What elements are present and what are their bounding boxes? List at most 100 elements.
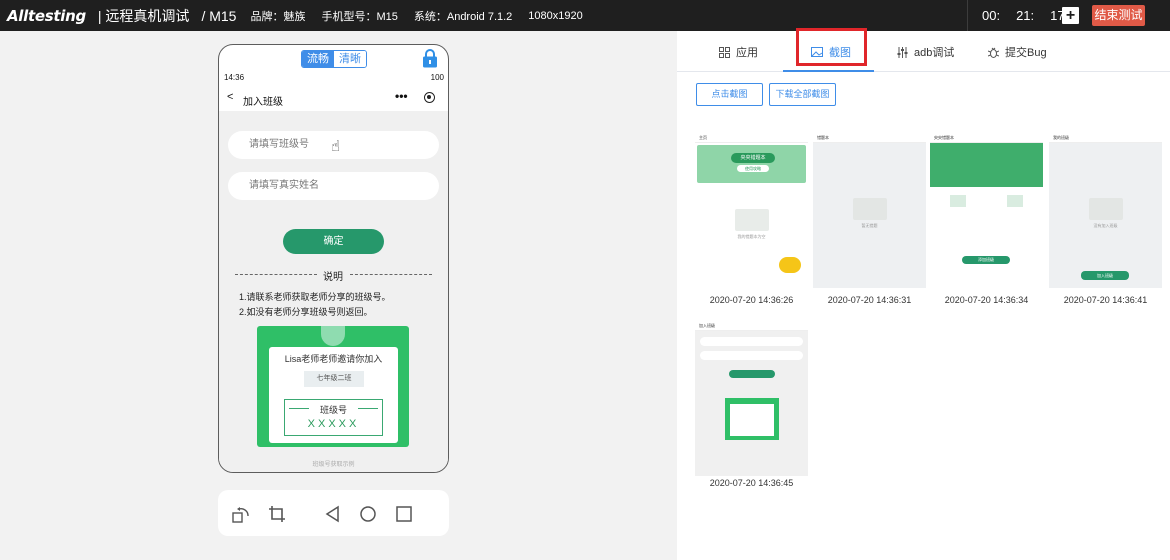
sliders-icon xyxy=(897,46,908,58)
thumb-title: 错题本 xyxy=(813,134,926,143)
thumb-mascot xyxy=(779,257,801,273)
mini-app-navbar: < 加入班级 ••• xyxy=(219,87,448,111)
thumb-empty-text: 我的错题本为空 xyxy=(737,234,766,239)
topbar-divider xyxy=(967,0,968,31)
thumb-empty-text: 没有加入班级 xyxy=(1093,223,1118,228)
screenshot-thumb-3[interactable]: 央央错题本 添加班级 xyxy=(930,124,1043,288)
tab-bug-label: 提交Bug xyxy=(1005,47,1047,59)
thumb-icons xyxy=(930,195,1043,207)
system-info: 系统：Android 7.1.2 xyxy=(413,10,513,23)
invite-grade: 七年级二班 xyxy=(304,371,364,387)
capture-screenshot-button[interactable]: 点击截图 xyxy=(696,83,763,106)
thumb-invite xyxy=(724,398,779,440)
thumb-empty-image xyxy=(852,198,887,220)
phone-status-bar: 14:36 100 xyxy=(224,73,444,82)
thumb-green-header xyxy=(930,143,1043,187)
screenshot-thumb-5[interactable]: 加入班级 xyxy=(695,312,808,476)
bug-icon xyxy=(988,47,999,58)
screenshot-thumb-2[interactable]: 错题本 暂无错题 xyxy=(813,124,926,288)
divider-left xyxy=(235,274,317,275)
description-item-2: 2.如没有老师分享班级号则返回。 xyxy=(239,307,373,317)
quality-toggle[interactable]: 流畅 清晰 xyxy=(301,50,367,68)
invite-example-image: Lisa老师老师邀请你加入 七年级二班 班级号 XXXXX xyxy=(257,326,409,447)
timer-hours: 00: xyxy=(982,8,1001,23)
tools-panel: 应用 截图 adb调试 提交Bug 点击截图 下载全部截图 主页 央央错题本 使… xyxy=(677,28,1170,560)
screenshot-time-1: 2020-07-20 14:36:26 xyxy=(709,295,794,305)
description-title: 说明 xyxy=(323,272,343,283)
thumb-confirm xyxy=(728,370,775,378)
mode-clear-option[interactable]: 清晰 xyxy=(334,51,366,67)
back-icon[interactable]: < xyxy=(227,91,233,103)
rotate-icon[interactable] xyxy=(232,505,250,523)
highlight-box xyxy=(796,28,867,66)
top-bar: Alltesting | 远程真机调试 / M15 品牌：魅族 手机型号：M15… xyxy=(0,0,1170,31)
thumb-button: 添加班级 xyxy=(962,256,1010,264)
device-controls xyxy=(218,490,449,536)
more-icon[interactable]: ••• xyxy=(395,89,408,103)
extend-time-button[interactable]: + xyxy=(1062,7,1079,24)
status-battery: 100 xyxy=(430,73,444,82)
hand-cursor-icon: ☝ xyxy=(331,138,341,155)
example-caption: 班级号获取示例 xyxy=(312,462,355,468)
active-tab-indicator xyxy=(783,70,874,72)
description-item-1: 1.请联系老师获取老师分享的班级号。 xyxy=(239,292,391,302)
end-test-button[interactable]: 结束测试 xyxy=(1092,5,1145,26)
tab-adb-label: adb调试 xyxy=(914,47,955,59)
grid-icon xyxy=(719,46,730,58)
timer-minutes: 21: xyxy=(1016,8,1035,23)
close-target-icon[interactable] xyxy=(424,92,435,103)
invite-code: XXXXX xyxy=(307,418,360,430)
invite-code-box: 班级号 XXXXX xyxy=(284,399,383,436)
tool-tabs: 应用 截图 adb调试 提交Bug xyxy=(677,31,1170,72)
lock-icon[interactable] xyxy=(422,48,438,68)
nav-back-icon[interactable] xyxy=(324,505,342,523)
thumb-empty-text: 暂无错题 xyxy=(861,223,878,228)
thumb-title: 主页 xyxy=(695,134,808,143)
tab-adb[interactable]: adb调试 xyxy=(897,44,954,60)
device-model-title: / M15 xyxy=(201,7,237,24)
page-title: | 远程真机调试 xyxy=(97,7,190,24)
nav-home-icon[interactable] xyxy=(359,505,377,523)
device-screen[interactable]: 流畅 清晰 14:36 100 < 加入班级 ••• 请填写班级号 ☝ 请填写真… xyxy=(218,44,449,473)
thumb-status xyxy=(695,312,808,322)
screenshot-time-5: 2020-07-20 14:36:45 xyxy=(709,478,794,488)
invite-card: Lisa老师老师邀请你加入 七年级二班 班级号 XXXXX xyxy=(269,347,398,443)
download-all-button[interactable]: 下载全部截图 xyxy=(769,83,836,106)
join-class-form: 请填写班级号 ☝ 请填写真实姓名 确定 说明 1.请联系老师获取老师分享的班级号… xyxy=(219,111,448,472)
invite-code-label: 班级号 xyxy=(319,405,347,415)
tab-apps[interactable]: 应用 xyxy=(719,44,758,60)
divider-right xyxy=(350,274,432,275)
thumb-input-1 xyxy=(700,337,803,346)
app-logo: Alltesting xyxy=(7,6,86,25)
thumb-status xyxy=(695,124,808,134)
real-name-input[interactable]: 请填写真实姓名 xyxy=(228,172,439,200)
session-timer: 00: 21: 17 xyxy=(982,8,1065,23)
tab-apps-label: 应用 xyxy=(736,47,758,59)
thumb-banner-title: 央央错题本 xyxy=(731,153,775,163)
status-time: 14:36 xyxy=(224,73,245,82)
thumb-empty-image xyxy=(1088,198,1123,220)
resolution-info: 1080x1920 xyxy=(528,9,583,22)
thumb-empty-image xyxy=(734,209,769,231)
tab-bug[interactable]: 提交Bug xyxy=(988,44,1047,60)
nav-title: 加入班级 xyxy=(243,97,283,108)
thumb-title: 加入班级 xyxy=(695,322,808,331)
screenshot-time-3: 2020-07-20 14:36:34 xyxy=(944,295,1029,305)
thumb-status xyxy=(1049,124,1162,134)
screenshot-time-4: 2020-07-20 14:36:41 xyxy=(1063,295,1148,305)
thumb-status xyxy=(930,124,1043,134)
screenshot-thumb-1[interactable]: 主页 央央错题本 使用攻略 我的错题本为空 xyxy=(695,124,808,288)
confirm-button[interactable]: 确定 xyxy=(283,229,384,254)
mode-fluent-option[interactable]: 流畅 xyxy=(302,51,334,67)
screenshot-thumb-4[interactable]: 我的班级 没有加入班级 加入班级 xyxy=(1049,124,1162,288)
phone-model-info: 手机型号：M15 xyxy=(321,10,398,23)
thumb-banner: 央央错题本 使用攻略 xyxy=(697,145,806,183)
invite-heading: Lisa老师老师邀请你加入 xyxy=(284,354,383,364)
thumb-button: 加入班级 xyxy=(1081,271,1129,280)
avatar xyxy=(321,326,345,346)
nav-recent-icon[interactable] xyxy=(395,505,413,523)
thumb-title: 央央错题本 xyxy=(930,134,1043,143)
thumb-status xyxy=(813,124,926,134)
screenshot-time-2: 2020-07-20 14:36:31 xyxy=(827,295,912,305)
crop-screenshot-icon[interactable] xyxy=(268,505,286,523)
